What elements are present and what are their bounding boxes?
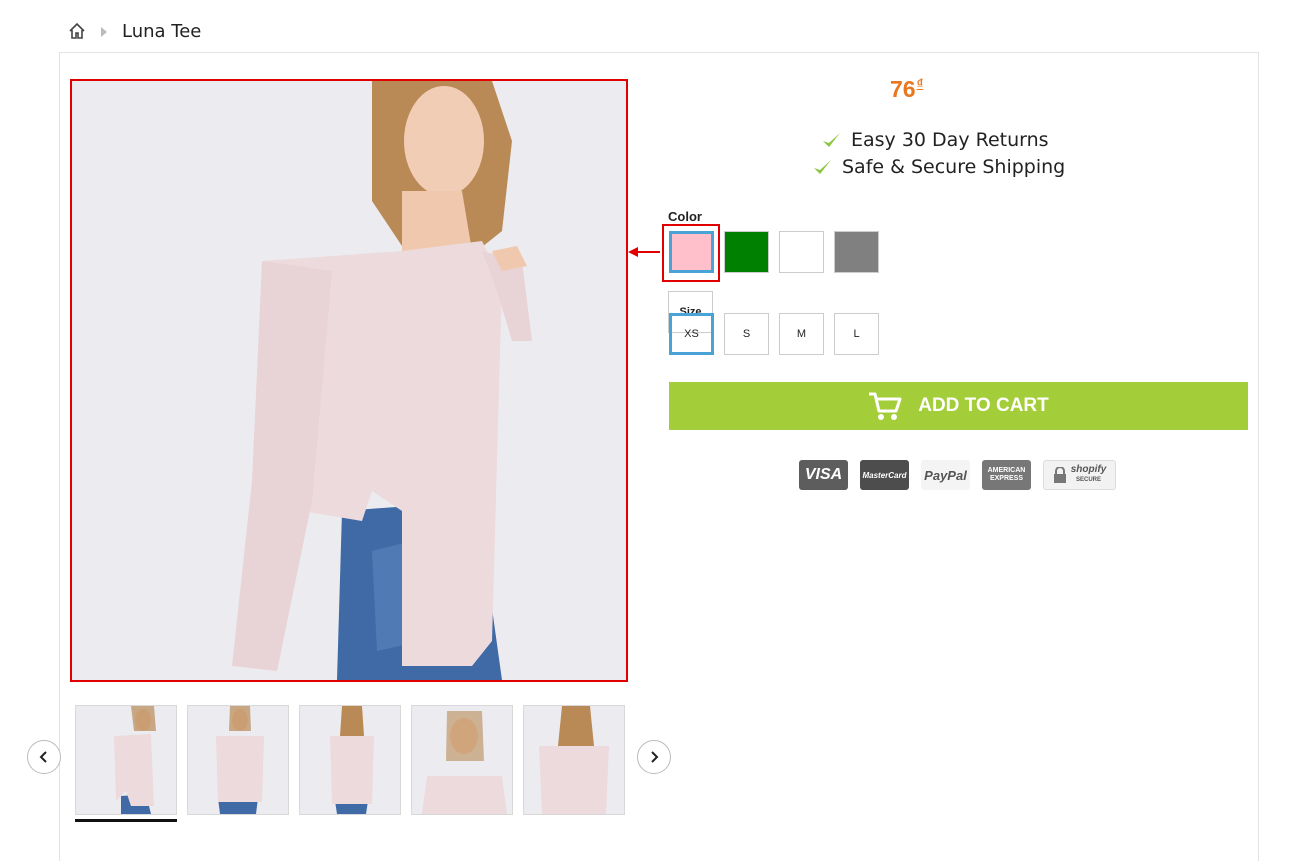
payment-methods: VISA MasterCard PayPal AMERICAN EXPRESS s… bbox=[799, 460, 1116, 490]
thumbnail-4[interactable] bbox=[411, 705, 513, 815]
size-option-xs[interactable]: XS bbox=[669, 313, 714, 355]
mastercard-icon: MasterCard bbox=[860, 460, 909, 490]
shopify-secure-label: SECURE bbox=[1075, 477, 1101, 483]
next-thumbnails-button[interactable] bbox=[637, 740, 671, 774]
check-icon bbox=[812, 157, 832, 177]
perk-label: Easy 30 Day Returns bbox=[851, 128, 1049, 151]
chevron-right-icon bbox=[651, 751, 659, 763]
main-product-image[interactable] bbox=[70, 79, 628, 682]
chevron-left-icon bbox=[39, 751, 47, 763]
size-option-s[interactable]: S bbox=[724, 313, 769, 355]
amex-icon: AMERICAN EXPRESS bbox=[982, 460, 1031, 490]
perk-label: Safe & Secure Shipping bbox=[842, 155, 1066, 178]
perk-shipping: Safe & Secure Shipping bbox=[812, 153, 1065, 180]
add-to-cart-button[interactable]: ADD TO CART bbox=[669, 382, 1248, 430]
color-label: Color bbox=[668, 209, 702, 224]
amex-line1: AMERICAN bbox=[987, 467, 1026, 474]
shopping-cart-icon bbox=[869, 392, 902, 420]
previous-thumbnails-button[interactable] bbox=[27, 740, 61, 774]
thumbnail-3[interactable] bbox=[299, 705, 401, 815]
chevron-right-icon bbox=[100, 25, 108, 37]
breadcrumb: Luna Tee bbox=[68, 18, 201, 44]
lock-icon bbox=[1053, 467, 1066, 483]
color-swatch-white[interactable] bbox=[779, 231, 824, 273]
color-swatch-gray[interactable] bbox=[834, 231, 879, 273]
amex-line2: EXPRESS bbox=[989, 475, 1024, 482]
add-to-cart-label: ADD TO CART bbox=[918, 395, 1049, 416]
swatch-highlight-box bbox=[662, 224, 720, 282]
breadcrumb-current: Luna Tee bbox=[122, 20, 202, 42]
thumbnail-5[interactable] bbox=[523, 705, 625, 815]
shopify-secure-icon: shopify SECURE bbox=[1043, 460, 1116, 490]
size-options: XS S M L bbox=[669, 313, 879, 355]
arrow-left-icon bbox=[628, 247, 660, 257]
perks-list: Easy 30 Day Returns Safe & Secure Shippi… bbox=[812, 126, 1065, 180]
price-currency: ₫ bbox=[916, 76, 924, 92]
product-price: 76₫ bbox=[890, 76, 923, 103]
home-icon[interactable] bbox=[68, 22, 86, 40]
thumbnail-2[interactable] bbox=[187, 705, 289, 815]
perk-returns: Easy 30 Day Returns bbox=[821, 126, 1065, 153]
check-icon bbox=[821, 130, 841, 150]
active-thumbnail-indicator bbox=[75, 819, 177, 822]
paypal-icon: PayPal bbox=[921, 460, 970, 490]
visa-icon: VISA bbox=[799, 460, 848, 490]
price-value: 76 bbox=[890, 76, 916, 102]
shopify-label: shopify bbox=[1070, 464, 1107, 475]
thumbnail-1[interactable] bbox=[75, 705, 177, 815]
size-option-l[interactable]: L bbox=[834, 313, 879, 355]
thumbnail-strip bbox=[75, 705, 625, 815]
size-option-m[interactable]: M bbox=[779, 313, 824, 355]
color-swatch-green[interactable] bbox=[724, 231, 769, 273]
